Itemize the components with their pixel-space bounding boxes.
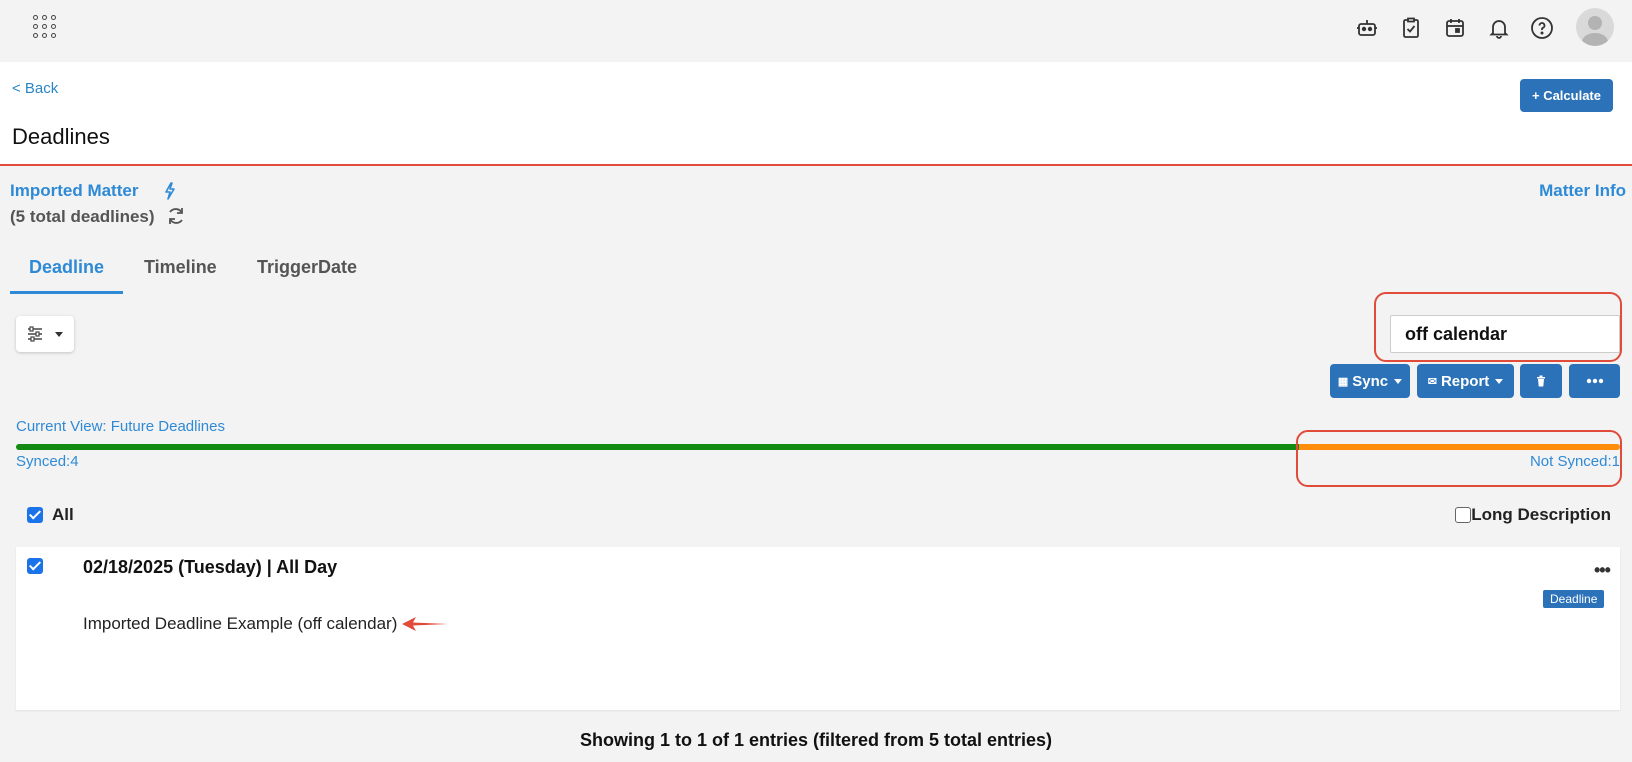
more-actions-button[interactable] [1569, 364, 1620, 398]
select-all-label: All [52, 505, 74, 524]
total-deadlines-count: (5 total deadlines) [10, 207, 155, 226]
delete-button[interactable] [1520, 364, 1562, 398]
deadline-row-checkbox[interactable] [27, 558, 43, 574]
pagination-info: Showing 1 to 1 of 1 entries (filtered fr… [579, 730, 1053, 750]
help-icon[interactable] [1530, 16, 1554, 40]
sliders-icon [28, 326, 42, 342]
calendar-icon[interactable] [1443, 16, 1467, 40]
not-synced-segment [1299, 444, 1620, 450]
active-tab-indicator [10, 291, 123, 294]
view-options-dropdown[interactable] [16, 316, 74, 352]
trash-icon [1537, 375, 1545, 387]
back-link[interactable]: < Back [12, 80, 58, 97]
chevron-down-icon [55, 332, 63, 337]
calendar-icon: ▦ [1337, 375, 1349, 388]
deadline-date: 02/18/2025 (Tuesday) | All Day [83, 557, 338, 577]
lightning-bolt-icon[interactable] [163, 182, 177, 200]
chevron-down-icon [1495, 378, 1504, 384]
report-button[interactable]: ✉ Report [1417, 364, 1514, 398]
user-avatar[interactable] [1576, 8, 1614, 46]
current-view-label: Current View: Future Deadlines [16, 418, 225, 435]
long-description-label: Long Description [1471, 505, 1611, 524]
matter-info-link[interactable]: Matter Info [1539, 181, 1626, 201]
sync-button-label: Sync [1352, 372, 1389, 390]
tab-triggerdate[interactable]: TriggerDate [257, 257, 357, 278]
deadline-more-icon[interactable]: ••• [1594, 560, 1611, 581]
deadline-type-badge: Deadline [1543, 590, 1605, 608]
robot-icon[interactable] [1355, 16, 1379, 40]
page-title: Deadlines [12, 124, 110, 149]
apps-grid-icon[interactable] [33, 15, 59, 41]
deadline-description: Imported Deadline Example (off calendar) [83, 614, 398, 633]
long-description-checkbox[interactable] [1455, 507, 1471, 523]
synced-segment [16, 444, 1300, 450]
not-synced-count-label: Not Synced:1 [1529, 453, 1620, 470]
calculate-button[interactable]: + Calculate [1520, 79, 1613, 112]
report-button-label: Report [1440, 372, 1490, 390]
synced-count-label: Synced:4 [16, 453, 79, 470]
select-all-checkbox[interactable] [27, 507, 43, 523]
search-input[interactable] [1390, 315, 1620, 353]
tab-deadline[interactable]: Deadline [29, 257, 104, 278]
page-header: < Back Deadlines + Calculate [0, 62, 1632, 166]
envelope-icon: ✉ [1427, 375, 1437, 388]
annotation-arrow-icon [402, 617, 448, 631]
matter-name-link[interactable]: Imported Matter [10, 181, 138, 201]
sync-button[interactable]: ▦ Sync [1330, 364, 1410, 398]
clipboard-check-icon[interactable] [1399, 16, 1423, 40]
more-icon [1586, 378, 1603, 384]
chevron-down-icon [1394, 378, 1403, 384]
tab-timeline[interactable]: Timeline [144, 257, 217, 278]
bell-icon[interactable] [1487, 16, 1511, 40]
refresh-icon[interactable] [166, 206, 186, 226]
sync-progress-bar [16, 444, 1620, 450]
top-bar [0, 0, 1632, 62]
